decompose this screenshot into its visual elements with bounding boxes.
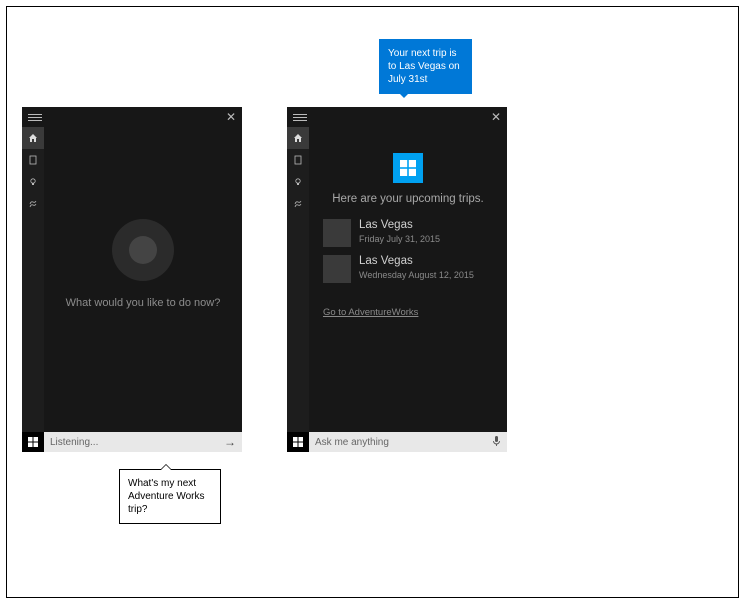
trip-text: Las Vegas Friday July 31, 2015 bbox=[359, 219, 440, 247]
prompt-text: What would you like to do now? bbox=[44, 297, 242, 309]
titlebar: ✕ bbox=[287, 107, 507, 127]
content-area: Here are your upcoming trips. Las Vegas … bbox=[309, 127, 507, 432]
goto-app-link[interactable]: Go to AdventureWorks bbox=[323, 307, 418, 318]
user-icon bbox=[293, 155, 303, 165]
bulb-icon bbox=[293, 177, 303, 187]
cortana-panel-listening: ✕ What would you like to do now? bbox=[22, 107, 242, 452]
titlebar: ✕ bbox=[22, 107, 242, 127]
cortana-avatar-inner bbox=[129, 236, 157, 264]
list-item[interactable]: Las Vegas Wednesday August 12, 2015 bbox=[323, 255, 497, 283]
bulb-icon bbox=[28, 177, 38, 187]
start-button[interactable] bbox=[287, 432, 309, 452]
windows-store-icon bbox=[400, 160, 416, 176]
settings-icon bbox=[28, 199, 38, 209]
taskbar: Ask me anything bbox=[287, 432, 507, 452]
sidebar-item-places[interactable] bbox=[287, 171, 309, 193]
trip-date: Friday July 31, 2015 bbox=[359, 233, 440, 246]
microphone-icon[interactable] bbox=[492, 435, 501, 450]
taskbar: Listening... → bbox=[22, 432, 242, 452]
submit-arrow-icon[interactable]: → bbox=[224, 435, 236, 449]
search-input[interactable]: Listening... → bbox=[44, 432, 242, 452]
sidebar-item-places[interactable] bbox=[22, 171, 44, 193]
sidebar-item-notebook[interactable] bbox=[287, 149, 309, 171]
sidebar-item-settings[interactable] bbox=[287, 193, 309, 215]
trip-title: Las Vegas bbox=[359, 219, 440, 233]
home-icon bbox=[293, 133, 303, 143]
user-query-bubble: What's my next Adventure Works trip? bbox=[119, 469, 221, 524]
sidebar-item-home[interactable] bbox=[22, 127, 44, 149]
sidebar-item-notebook[interactable] bbox=[22, 149, 44, 171]
document-frame: Your next trip is to Las Vegas on July 3… bbox=[6, 6, 739, 598]
trip-thumbnail bbox=[323, 255, 351, 283]
sidebar-item-home[interactable] bbox=[287, 127, 309, 149]
cortana-panel-results: ✕ Here are your upcoming trips. bbox=[287, 107, 507, 452]
hamburger-icon[interactable] bbox=[293, 114, 307, 121]
search-placeholder: Ask me anything bbox=[315, 437, 389, 448]
search-placeholder: Listening... bbox=[50, 437, 98, 448]
start-button[interactable] bbox=[22, 432, 44, 452]
hamburger-icon[interactable] bbox=[28, 114, 42, 121]
cortana-avatar bbox=[112, 219, 174, 281]
sidebar bbox=[287, 127, 309, 432]
cortana-reply-text: Your next trip is to Las Vegas on July 3… bbox=[388, 48, 460, 85]
sidebar bbox=[22, 127, 44, 432]
trip-date: Wednesday August 12, 2015 bbox=[359, 269, 474, 282]
trip-list: Las Vegas Friday July 31, 2015 Las Vegas… bbox=[323, 219, 497, 291]
windows-icon bbox=[28, 437, 38, 447]
list-item[interactable]: Las Vegas Friday July 31, 2015 bbox=[323, 219, 497, 247]
cortana-reply-bubble: Your next trip is to Las Vegas on July 3… bbox=[379, 39, 472, 94]
user-query-text: What's my next Adventure Works trip? bbox=[128, 478, 205, 515]
user-icon bbox=[28, 155, 38, 165]
trip-text: Las Vegas Wednesday August 12, 2015 bbox=[359, 255, 474, 283]
search-input[interactable]: Ask me anything bbox=[309, 432, 507, 452]
close-icon[interactable]: ✕ bbox=[226, 110, 236, 124]
close-icon[interactable]: ✕ bbox=[491, 110, 501, 124]
home-icon bbox=[28, 133, 38, 143]
app-tile[interactable] bbox=[393, 153, 423, 183]
trip-thumbnail bbox=[323, 219, 351, 247]
sidebar-item-settings[interactable] bbox=[22, 193, 44, 215]
trip-title: Las Vegas bbox=[359, 255, 474, 269]
settings-icon bbox=[293, 199, 303, 209]
windows-icon bbox=[293, 437, 303, 447]
result-heading: Here are your upcoming trips. bbox=[309, 193, 507, 205]
content-area: What would you like to do now? bbox=[44, 127, 242, 432]
